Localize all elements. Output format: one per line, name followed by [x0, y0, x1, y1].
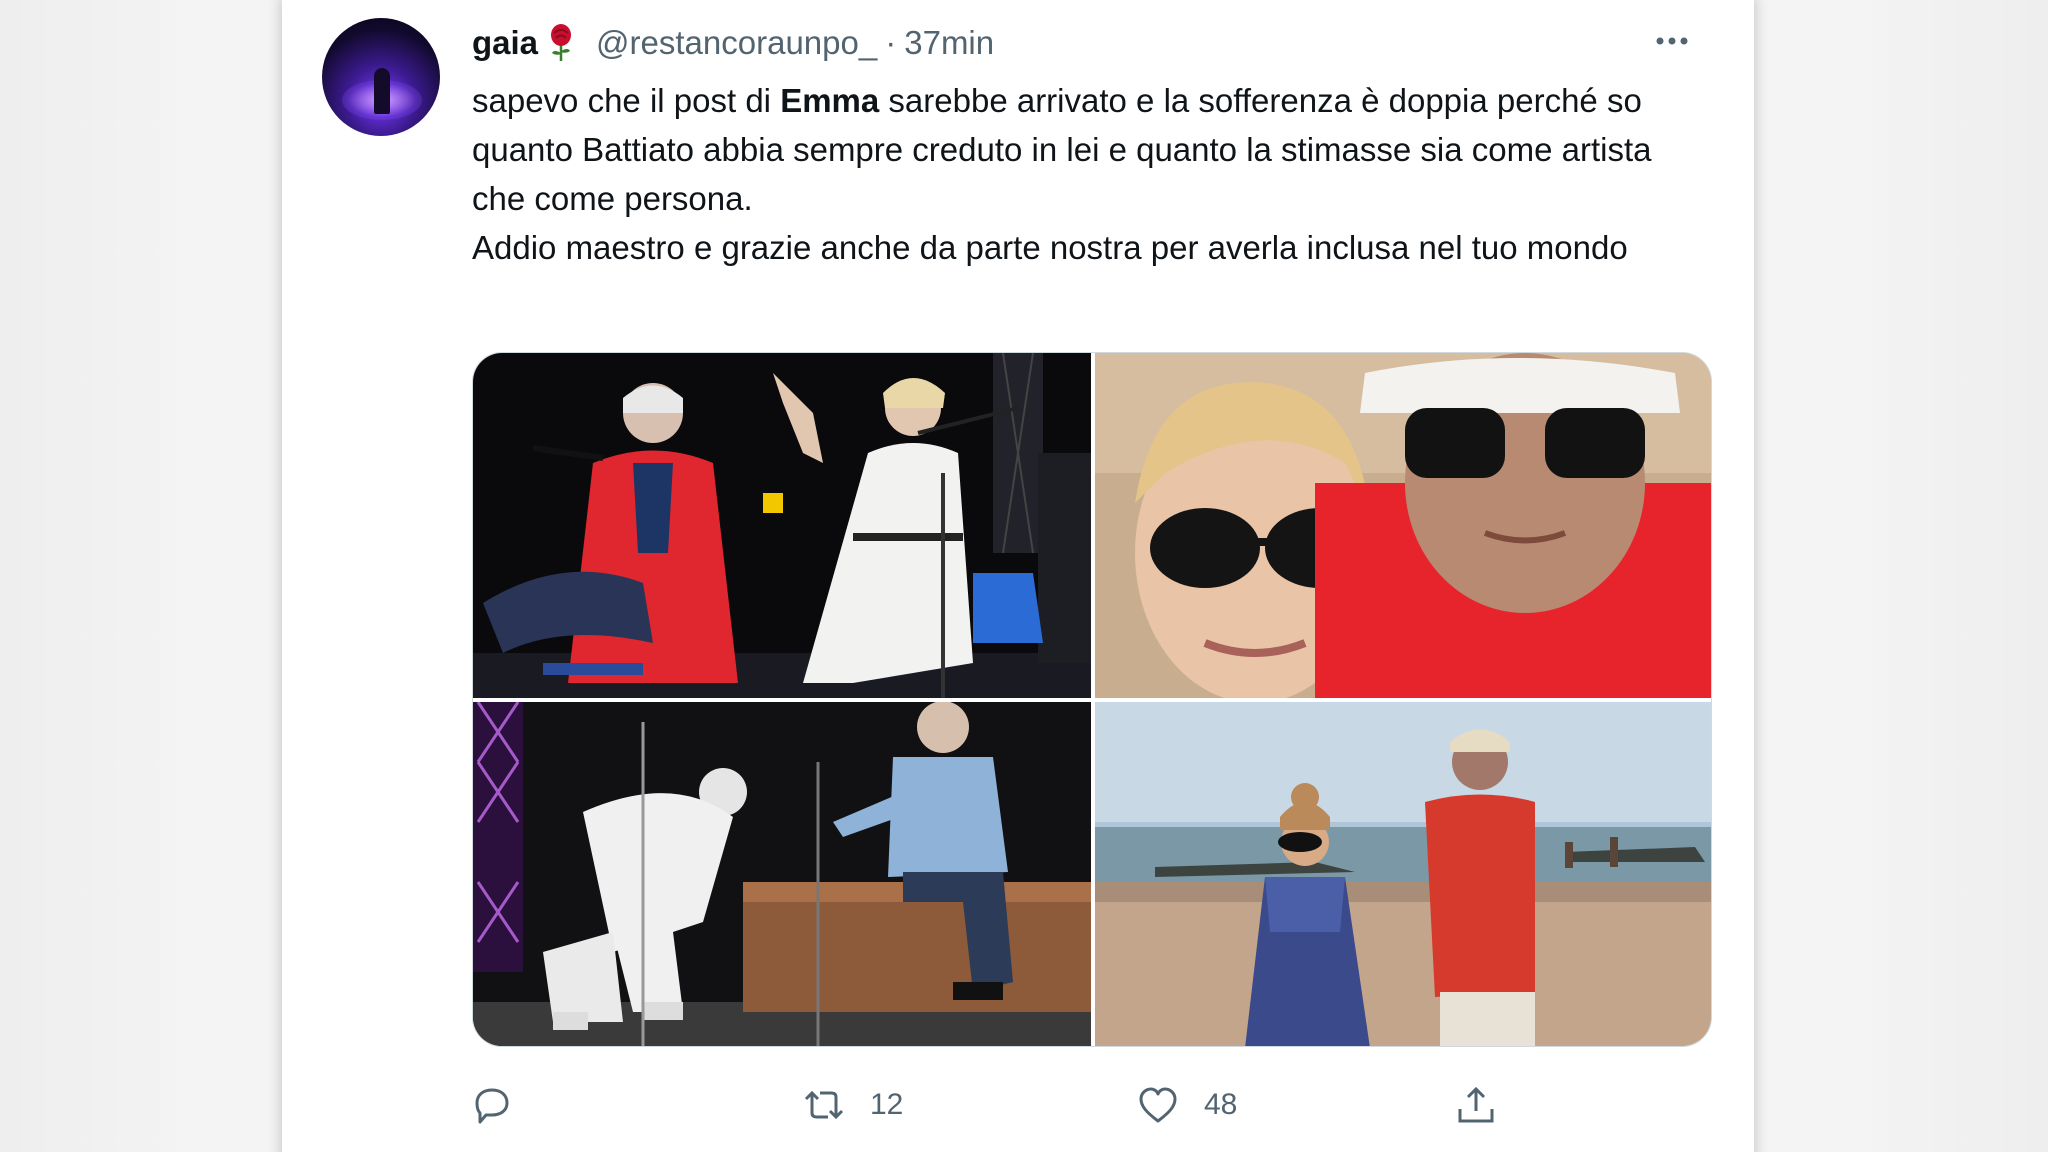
separator-dot: · [885, 24, 897, 61]
photo-concert-red-jacket[interactable] [473, 353, 1091, 698]
tweet-paragraph-1: sapevo che il post di Emma sarebbe arriv… [472, 76, 1712, 223]
page-background: gaia @restancoraunpo_ · 37min sapevo che… [0, 0, 2048, 1152]
share-icon [1458, 1086, 1494, 1123]
avatar[interactable] [322, 18, 440, 136]
retweet-icon [804, 1090, 844, 1120]
mention-bold-name: Emma [780, 82, 880, 119]
reply-button[interactable] [470, 1080, 538, 1130]
retweet-count: 12 [870, 1088, 904, 1121]
tweet-text: sapevo che il post di Emma sarebbe arriv… [472, 76, 1712, 272]
reply-icon [475, 1088, 509, 1124]
like-count: 48 [1204, 1088, 1238, 1121]
tweet-paragraph-2: Addio maestro e grazie anche da parte no… [472, 229, 1628, 266]
text-part-1: sapevo che il post di [472, 82, 781, 119]
media-grid [472, 352, 1712, 1047]
display-name[interactable]: gaia [472, 24, 538, 62]
heart-icon [1139, 1087, 1177, 1123]
photo-stage-handshake[interactable] [473, 702, 1091, 1046]
photo-selfie-sunglasses[interactable] [1095, 353, 1711, 698]
more-options-icon[interactable] [1652, 26, 1692, 56]
tweet-header: gaia @restancoraunpo_ · 37min [472, 18, 994, 68]
like-button[interactable]: 48 [1136, 1080, 1237, 1130]
retweet-button[interactable]: 12 [802, 1080, 903, 1130]
handle[interactable]: @restancoraunpo_ [596, 24, 877, 62]
rose-icon [546, 23, 576, 63]
timestamp[interactable]: 37min [904, 24, 994, 62]
avatar-figure [374, 68, 390, 114]
tweet-actions: 12 48 [472, 1080, 1712, 1130]
tweet-card[interactable]: gaia @restancoraunpo_ · 37min sapevo che… [282, 0, 1754, 1152]
photo-beach-walk[interactable] [1095, 702, 1711, 1046]
share-button[interactable] [1454, 1080, 1522, 1130]
